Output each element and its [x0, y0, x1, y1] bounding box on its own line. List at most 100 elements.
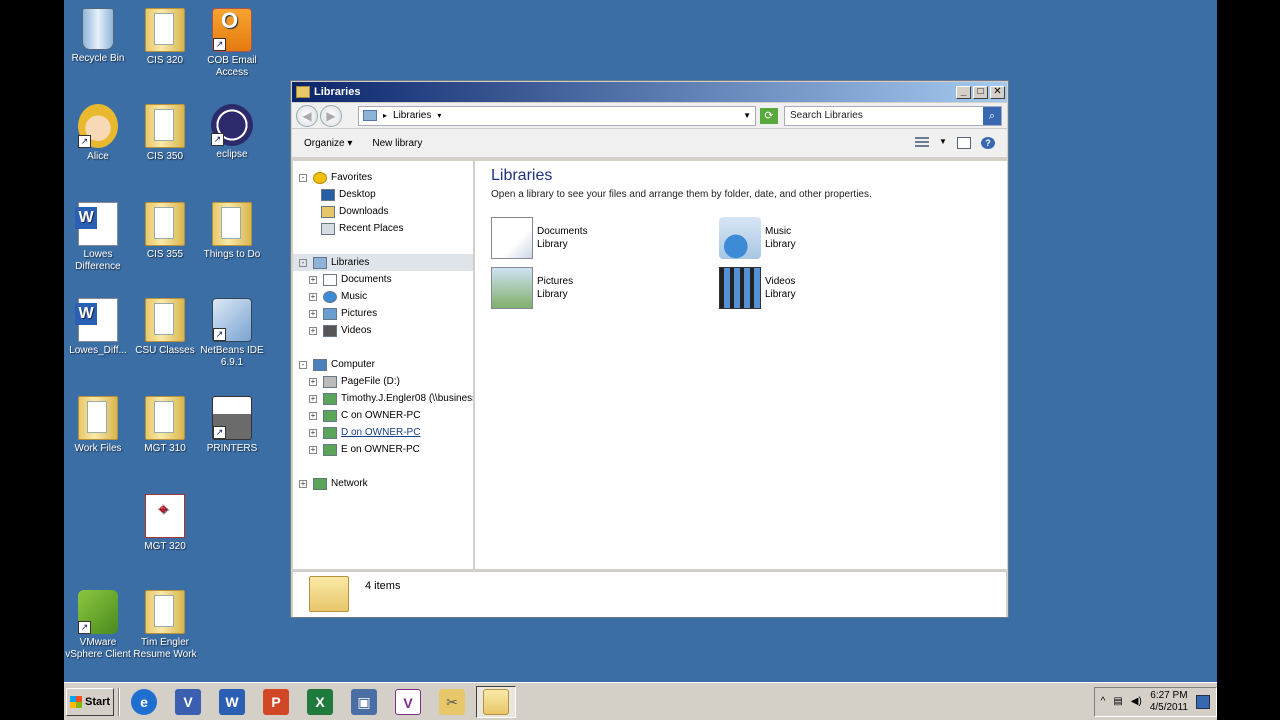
desktop-icon-lowes-difference[interactable]: Lowes Difference — [64, 202, 132, 273]
expand-icon[interactable]: + — [299, 479, 307, 488]
word-document-icon — [75, 298, 118, 342]
organize-button[interactable]: Organize ▾ — [304, 138, 352, 149]
desktop-icon-printers[interactable]: PRINTERS — [198, 396, 266, 455]
expand-icon[interactable]: + — [309, 309, 317, 318]
search-icon[interactable]: ⌕ — [983, 106, 1001, 125]
change-view-icon[interactable] — [915, 137, 929, 149]
tree-downloads[interactable]: Downloads — [321, 203, 388, 220]
tree-favorites[interactable]: - Favorites — [299, 169, 372, 186]
desktop-icon-work-files[interactable]: Work Files — [64, 396, 132, 455]
folder-icon — [309, 576, 349, 612]
desktop-icon-things-to-do[interactable]: Things to Do — [198, 202, 266, 261]
clock-date: 4/5/2011 — [1149, 701, 1188, 713]
taskbar-remote-desktop[interactable]: ▣ — [344, 686, 384, 718]
tree-drive-d[interactable]: + D on OWNER-PC — [309, 424, 420, 441]
close-button[interactable]: ✕ — [990, 85, 1005, 99]
desktop-icon-cis-355[interactable]: CIS 355 — [131, 202, 199, 261]
tree-music[interactable]: + Music — [309, 288, 367, 305]
minimize-button[interactable]: _ — [956, 85, 971, 99]
expand-icon[interactable]: + — [309, 394, 317, 403]
desktop-icon-mgt-310[interactable]: MGT 310 — [131, 396, 199, 455]
tree-label: Desktop — [339, 189, 376, 200]
content-title: Libraries — [491, 167, 553, 184]
tree-network[interactable]: + Network — [299, 475, 368, 492]
expand-icon[interactable]: + — [309, 428, 317, 437]
taskbar-tools[interactable]: ✂ — [432, 686, 472, 718]
forward-button[interactable]: ▶ — [320, 104, 342, 127]
address-history-dropdown-icon[interactable]: ▼ — [743, 111, 751, 120]
breadcrumb-dropdown-icon[interactable]: ▾ — [437, 111, 441, 120]
desktop-icon-lowes-diff-2[interactable]: Lowes_Diff... — [64, 298, 132, 357]
library-music[interactable]: Music Library — [719, 217, 796, 259]
tree-computer[interactable]: - Computer — [299, 356, 375, 373]
collapse-icon[interactable]: - — [299, 173, 307, 182]
taskbar-windows-explorer[interactable] — [476, 685, 516, 718]
tree-pictures[interactable]: + Pictures — [309, 305, 377, 322]
desktop-icon-alice[interactable]: Alice — [64, 104, 132, 163]
desktop-icon-vmware[interactable]: VMware vSphere Client — [64, 590, 132, 661]
network-status-icon[interactable]: ▤ — [1113, 696, 1122, 707]
taskbar-visual-studio[interactable]: V — [388, 686, 428, 718]
desktop-icon-mgt-320[interactable]: MGT 320 — [131, 494, 199, 553]
expand-icon[interactable]: + — [309, 411, 317, 420]
desktop-icon-resume-work[interactable]: Tim Engler Resume Work — [131, 590, 199, 661]
show-hidden-icons-icon[interactable]: ^ — [1101, 696, 1106, 707]
expand-icon[interactable]: + — [309, 445, 317, 454]
tree-libraries[interactable]: - Libraries — [293, 254, 473, 271]
tree-drive-pagefile[interactable]: + PageFile (D:) — [309, 373, 400, 390]
taskbar-visio[interactable]: V — [168, 686, 208, 718]
tree-drive-c[interactable]: + C on OWNER-PC — [309, 407, 420, 424]
back-button[interactable]: ◀ — [296, 104, 318, 127]
desktop-icon-cis-350[interactable]: CIS 350 — [131, 104, 199, 163]
breadcrumb-libraries[interactable]: Libraries — [393, 110, 431, 121]
preview-pane-icon[interactable] — [957, 137, 971, 149]
taskbar-internet-explorer[interactable]: e — [124, 686, 164, 718]
search-input[interactable]: Search Libraries ⌕ — [784, 105, 1002, 126]
refresh-button[interactable]: ⟳ — [760, 107, 778, 124]
library-type: Library — [765, 289, 796, 300]
taskbar-word[interactable]: W — [212, 686, 252, 718]
internet-explorer-icon: e — [131, 688, 157, 715]
clock[interactable]: 6:27 PM 4/5/2011 — [1150, 690, 1188, 714]
desktop-icon-eclipse[interactable]: eclipse — [198, 104, 266, 161]
collapse-icon[interactable]: - — [299, 258, 307, 267]
library-pictures[interactable]: Pictures Library — [491, 267, 573, 309]
desktop-icon-netbeans[interactable]: NetBeans IDE 6.9.1 — [198, 298, 266, 369]
library-videos[interactable]: Videos Library — [719, 267, 796, 309]
desktop-icon-cis-320[interactable]: CIS 320 — [131, 8, 199, 67]
desktop-icon — [321, 188, 335, 201]
start-button[interactable]: Start — [66, 687, 114, 716]
item-count: 4 items — [365, 580, 401, 592]
expand-icon[interactable]: + — [309, 326, 317, 335]
desktop-icon-csu-classes[interactable]: CSU Classes — [131, 298, 199, 357]
videos-library-icon — [719, 267, 761, 309]
title-bar[interactable]: Libraries _ □ ✕ — [292, 82, 1007, 102]
help-icon[interactable]: ? — [981, 137, 995, 149]
volume-icon[interactable]: ◀) — [1131, 696, 1142, 707]
tree-documents[interactable]: + Documents — [309, 271, 392, 288]
tree-videos[interactable]: + Videos — [309, 322, 371, 339]
taskbar: Start e V W P X ▣ V ✂ ^ ▤ ◀) 6:27 PM 4/5… — [64, 682, 1217, 720]
expand-icon[interactable]: + — [309, 275, 317, 284]
taskbar-excel[interactable]: X — [300, 686, 340, 718]
tree-recent-places[interactable]: Recent Places — [321, 220, 403, 237]
desktop-icon-recycle-bin[interactable]: Recycle Bin — [64, 8, 132, 65]
new-library-button[interactable]: New library — [372, 138, 422, 149]
tree-desktop[interactable]: Desktop — [321, 186, 376, 203]
tree-drive-network-share[interactable]: + Timothy.J.Engler08 (\\business — [309, 390, 473, 407]
computer-icon — [313, 358, 327, 371]
library-documents[interactable]: Documents Library — [491, 217, 588, 259]
expand-icon[interactable]: + — [309, 292, 317, 301]
maximize-button[interactable]: □ — [973, 85, 988, 99]
navigation-pane: - Favorites Desktop Downloads Recent Pla… — [293, 161, 474, 569]
tree-label: Downloads — [339, 206, 389, 217]
expand-icon[interactable]: + — [309, 377, 317, 386]
tree-drive-e[interactable]: + E on OWNER-PC — [309, 441, 420, 458]
address-bar[interactable]: ▸ Libraries ▾ ▼ — [358, 105, 756, 126]
show-desktop-icon[interactable] — [1196, 694, 1210, 709]
search-placeholder: Search Libraries — [790, 110, 863, 121]
desktop-icon-cob-email[interactable]: COB Email Access — [198, 8, 266, 79]
view-dropdown-icon[interactable]: ▼ — [939, 137, 947, 149]
taskbar-powerpoint[interactable]: P — [256, 686, 296, 718]
collapse-icon[interactable]: - — [299, 360, 307, 369]
